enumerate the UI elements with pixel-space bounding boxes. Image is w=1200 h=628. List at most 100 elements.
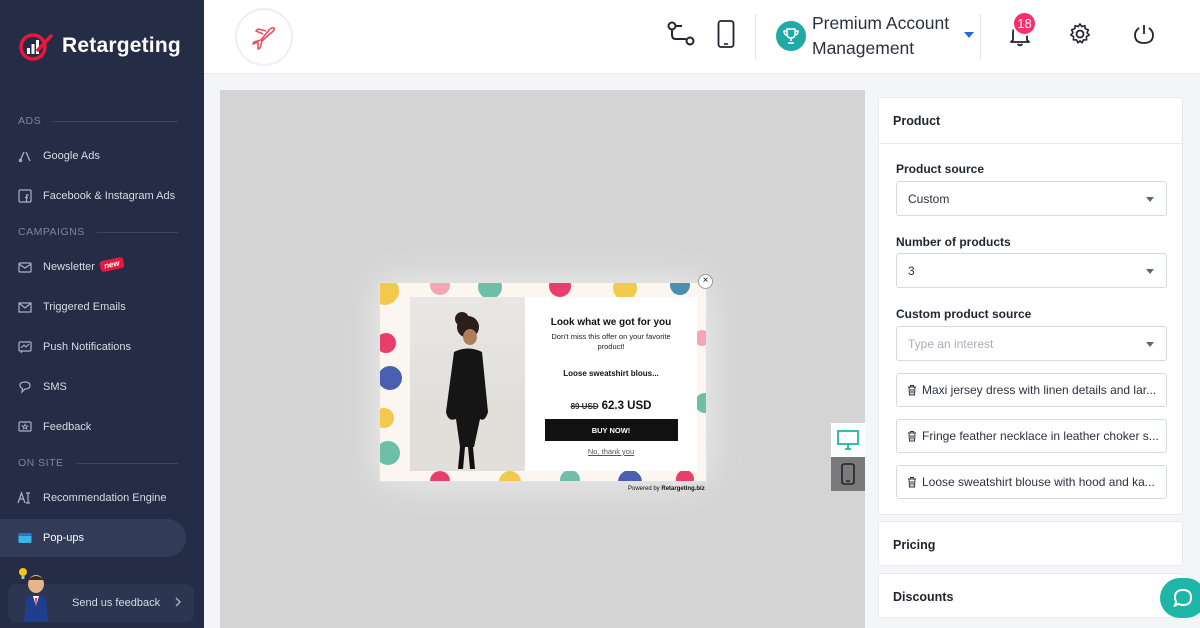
device-preview-toggle <box>831 423 865 491</box>
account-selector[interactable]: Premium Account Management <box>776 11 962 61</box>
logout-power-icon[interactable] <box>1128 18 1160 50</box>
sidebar-item-label: Push Notifications <box>43 341 132 353</box>
sidebar-item-sms[interactable]: SMS <box>0 368 186 406</box>
no-thank-you-link[interactable]: No, thank you <box>525 447 697 456</box>
powered-by-label: Powered by Retargeting.biz <box>628 486 705 492</box>
trash-icon[interactable] <box>906 430 918 442</box>
popup-close-icon[interactable]: × <box>698 274 713 289</box>
trash-icon[interactable] <box>906 476 918 488</box>
popup-new-price: 62.3 USD <box>601 400 652 412</box>
product-photo <box>410 297 525 471</box>
custom-product-source-label: Custom product source <box>896 307 1032 321</box>
popup-card: Look what we got for you Don't miss this… <box>410 297 697 471</box>
new-badge: new <box>99 256 125 272</box>
sidebar-item-label: Pop-ups <box>43 532 84 544</box>
popup-content: Look what we got for you Don't miss this… <box>525 297 697 471</box>
product-source-select[interactable]: Custom <box>896 181 1167 216</box>
pricing-section[interactable]: Pricing <box>878 521 1183 566</box>
selected-product-chip[interactable]: Fringe feather necklace in leather choke… <box>896 419 1167 453</box>
sidebar-item-triggered-emails[interactable]: Triggered Emails <box>0 288 186 326</box>
popup-icon <box>17 530 33 546</box>
chevron-down-icon <box>1146 197 1154 202</box>
buy-now-button[interactable]: BUY NOW! <box>544 419 678 441</box>
settings-gear-icon[interactable] <box>1064 18 1096 50</box>
mobile-phone-icon <box>841 463 855 485</box>
brand-logo[interactable]: Retargeting <box>18 30 181 62</box>
chat-support-button[interactable] <box>1160 578 1200 618</box>
chat-bubble-icon <box>1173 588 1193 608</box>
chip-label: Fringe feather necklace in leather choke… <box>922 429 1159 443</box>
desktop-monitor-icon <box>837 430 859 450</box>
chip-label: Loose sweatshirt blouse with hood and ka… <box>922 475 1155 489</box>
sidebar-item-label: Recommendation Engine <box>43 492 167 504</box>
email-icon <box>17 299 33 315</box>
popup-preview-canvas: Look what we got for you Don't miss this… <box>220 90 865 628</box>
powered-prefix: Powered by <box>628 486 662 492</box>
popup-preview[interactable]: Look what we got for you Don't miss this… <box>379 282 707 482</box>
trophy-icon <box>776 21 806 51</box>
selected-product-chip[interactable]: Maxi jersey dress with linen details and… <box>896 373 1167 407</box>
account-dropdown-caret-icon[interactable] <box>964 32 974 38</box>
airplane-logo-icon[interactable] <box>235 8 293 66</box>
product-source-value: Custom <box>908 191 950 206</box>
topbar-divider <box>755 14 756 60</box>
sidebar-item-push-notifications[interactable]: Push Notifications <box>0 328 186 366</box>
product-section: Product Product source Custom Number of … <box>878 97 1184 516</box>
send-feedback-button[interactable]: Send us feedback <box>8 568 194 622</box>
sidebar-item-label: Feedback <box>43 421 92 433</box>
sidebar-item-google-ads[interactable]: Google Ads <box>0 137 186 175</box>
product-section-header[interactable]: Product <box>879 98 1182 143</box>
retargeting-logo-icon <box>18 30 54 62</box>
topbar: Premium Account Management 18 <box>204 0 1200 74</box>
sidebar-item-pop-ups[interactable]: Pop-ups <box>0 519 186 557</box>
notifications-count-badge: 18 <box>1012 11 1037 36</box>
sidebar-item-label: Newsletter <box>43 261 95 273</box>
topbar-divider <box>980 14 981 60</box>
popup-product-name: Loose sweatshirt blous... <box>563 369 659 378</box>
popup-title: Look what we got for you <box>550 317 672 328</box>
section-campaigns: CAMPAIGNS <box>18 226 178 238</box>
sidebar-item-label: SMS <box>43 381 67 393</box>
desktop-preview-button[interactable] <box>831 423 865 457</box>
number-of-products-select[interactable]: 3 <box>896 253 1167 288</box>
mascot-avatar-icon <box>16 566 56 622</box>
newsletter-icon <box>17 259 33 275</box>
ai-icon <box>17 490 33 506</box>
product-source-label: Product source <box>896 162 985 176</box>
facebook-icon <box>17 188 33 204</box>
number-of-products-label: Number of products <box>896 235 1011 249</box>
chip-label: Maxi jersey dress with linen details and… <box>922 383 1157 397</box>
sidebar-item-label: Triggered Emails <box>43 301 126 313</box>
push-icon <box>17 339 33 355</box>
trash-icon[interactable] <box>906 384 918 396</box>
account-name: Premium Account Management <box>812 13 950 58</box>
brand-name: Retargeting <box>62 34 181 57</box>
sidebar-item-label: Facebook & Instagram Ads <box>43 190 176 202</box>
mobile-device-icon[interactable] <box>710 18 742 50</box>
selected-product-chip[interactable]: Loose sweatshirt blouse with hood and ka… <box>896 465 1167 499</box>
interest-placeholder: Type an interest <box>908 336 994 351</box>
popup-subtitle: Don't miss this offer on your favorite p… <box>551 332 671 351</box>
google-ads-icon <box>17 148 33 164</box>
discounts-section[interactable]: Discounts <box>878 573 1183 618</box>
route-icon[interactable] <box>665 18 697 50</box>
chevron-down-icon <box>1146 342 1154 347</box>
section-on-site: ON SITE <box>18 457 178 469</box>
popup-old-price: 89 USD <box>570 402 599 411</box>
sidebar-item-facebook-instagram[interactable]: Facebook & Instagram Ads <box>0 177 186 215</box>
sms-icon <box>17 379 33 395</box>
feedback-icon <box>17 419 33 435</box>
sidebar: Retargeting ADS Google Ads Facebook & In… <box>0 0 204 628</box>
product-section-body: Product source Custom Number of products… <box>879 143 1184 516</box>
mobile-preview-button[interactable] <box>831 457 865 491</box>
number-of-products-value: 3 <box>908 263 915 278</box>
send-feedback-label: Send us feedback <box>72 597 161 609</box>
interest-search-input[interactable]: Type an interest <box>896 326 1167 361</box>
sidebar-item-newsletter[interactable]: Newsletter new <box>0 248 186 286</box>
chevron-right-icon <box>174 597 182 610</box>
sidebar-item-recommendation-engine[interactable]: Recommendation Engine <box>0 479 186 517</box>
pricing-section-header: Pricing <box>893 537 936 552</box>
sidebar-item-label: Google Ads <box>43 150 100 162</box>
powered-brand: Retargeting.biz <box>661 486 705 492</box>
sidebar-item-feedback[interactable]: Feedback <box>0 408 186 446</box>
